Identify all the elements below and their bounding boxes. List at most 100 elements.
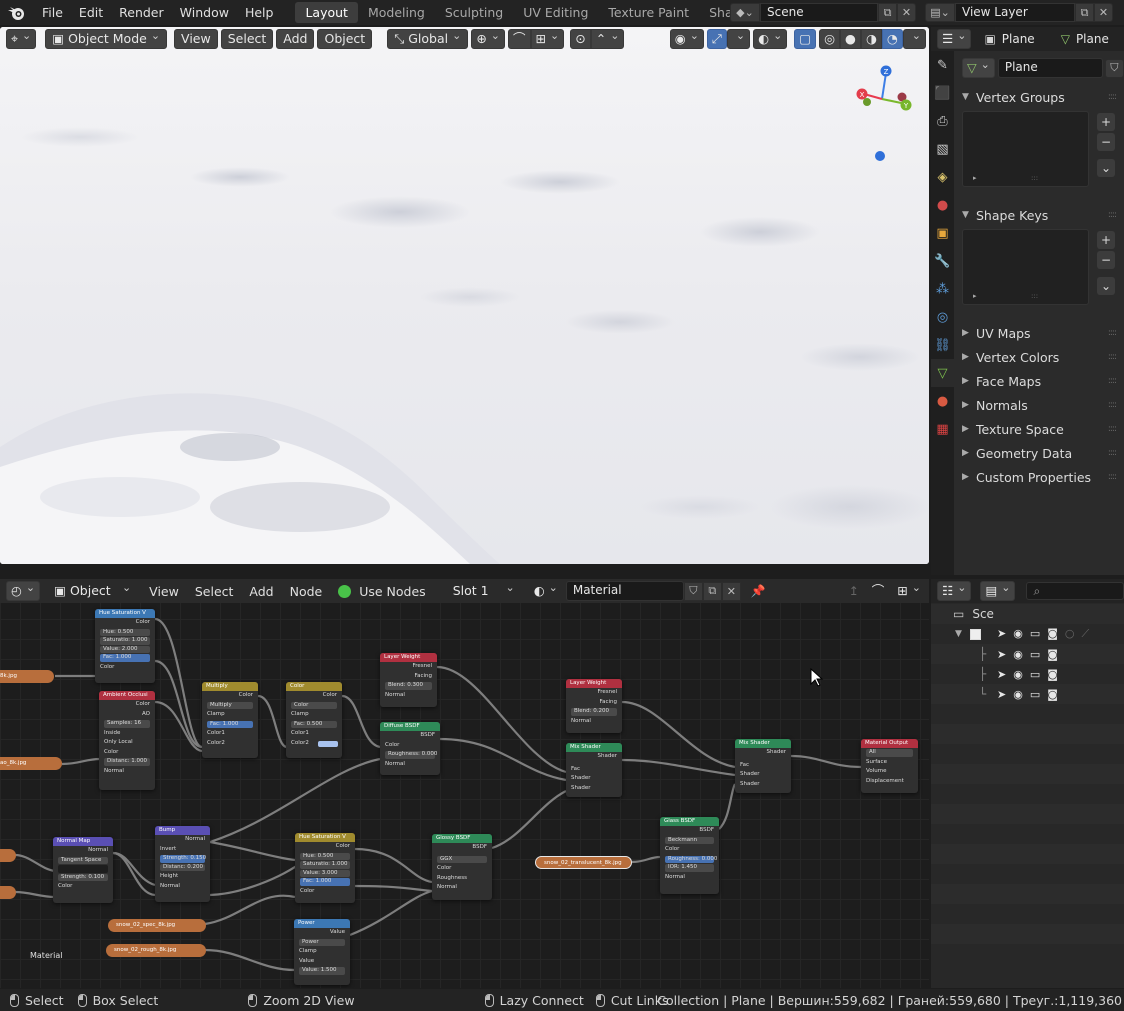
menu-window[interactable]: Window	[172, 0, 237, 25]
panel-normals[interactable]: ▶ Normals::::	[954, 393, 1124, 417]
list-resize-grip-icon[interactable]: :::	[1031, 292, 1038, 300]
eye-icon[interactable]: ◉	[1013, 688, 1023, 701]
color-swatch[interactable]	[318, 740, 338, 747]
node-output-color[interactable]: Color	[286, 691, 342, 701]
node-inside-checkbox[interactable]: Inside	[99, 729, 155, 739]
tab-material-icon[interactable]: ●	[931, 387, 954, 415]
drag-grip-icon[interactable]: ::::	[1108, 328, 1117, 338]
material-fake-user-icon[interactable]: ⛉	[683, 581, 703, 601]
node-output-facing[interactable]: Facing	[566, 698, 622, 708]
editor-type-icon[interactable]: ⌖	[6, 29, 37, 49]
node-input-surface[interactable]: Surface	[861, 758, 918, 768]
image-texture-node[interactable]: ao_8k.jpg	[0, 757, 62, 770]
viewport-menu-object[interactable]: Object	[317, 29, 373, 49]
panel-vertex-colors[interactable]: ▶ Vertex Colors::::	[954, 345, 1124, 369]
node-output-color[interactable]: Color	[99, 700, 155, 710]
node-input-color[interactable]: Color	[99, 748, 155, 758]
holdout-icon[interactable]: ○	[1065, 627, 1075, 641]
node-uv-map-field[interactable]	[58, 865, 108, 873]
viewport-display-icon[interactable]: ▭	[1030, 648, 1040, 661]
panel-shape-keys[interactable]: ▼ Shape Keys ::::	[954, 203, 1124, 227]
node-header[interactable]: Normal Map	[53, 837, 113, 846]
node-output-shader[interactable]: Shader	[566, 752, 622, 762]
tab-constraints-icon[interactable]: ⛓	[931, 331, 954, 359]
node-input-shader2[interactable]: Shader	[566, 784, 622, 794]
mesh-name-field[interactable]: Plane	[997, 58, 1103, 78]
mix-rgb-color-node[interactable]: Color Color Color Clamp Fac: 0.500 Color…	[286, 682, 342, 758]
pivot-point-icon[interactable]: ⊕	[471, 29, 506, 49]
outliner-collection-row[interactable]: ▼ ➤ ◉ ▭ ◙ ○ ⟋	[931, 624, 1124, 644]
node-input-normal[interactable]: Normal	[99, 767, 155, 777]
image-texture-node-selected[interactable]: snow_02_translucent_8k.jpg	[535, 856, 632, 869]
snap-toggle-icon[interactable]: ⌒	[508, 29, 531, 49]
exclude-checkbox[interactable]	[969, 628, 981, 640]
node-fac-field[interactable]: Fac: 1.000	[100, 654, 150, 662]
diffuse-bsdf-node[interactable]: Diffuse BSDF BSDF Color Roughness: 0.000…	[380, 722, 440, 775]
collapse-triangle-icon[interactable]: ▼	[955, 629, 962, 639]
node-input-normal[interactable]: Normal	[432, 883, 492, 893]
tab-view-layer-icon[interactable]: ▧	[931, 135, 954, 163]
viewport-display-icon[interactable]: ▭	[1030, 688, 1040, 701]
drag-grip-icon[interactable]: ::::	[1108, 352, 1117, 362]
node-output-color[interactable]: Color	[95, 618, 155, 628]
node-header[interactable]: Layer Weight	[380, 653, 437, 662]
bump-node[interactable]: Bump Normal Invert Strength: 0.150 Dista…	[155, 826, 210, 902]
context-mesh-name[interactable]: Plane	[1076, 32, 1109, 46]
tab-output-icon[interactable]: ⎙	[931, 107, 954, 135]
image-texture-node[interactable]: snow_02_rough_8k.jpg	[106, 944, 206, 957]
normal-map-node[interactable]: Normal Map Normal Tangent Space Strength…	[53, 837, 113, 903]
parent-node-tree-icon[interactable]: ↥	[849, 584, 859, 598]
viewport-display-icon[interactable]: ▭	[1030, 668, 1040, 681]
node-blend-dropdown[interactable]: Color	[291, 701, 337, 709]
mesh-browse-icon[interactable]: ▽	[962, 58, 995, 78]
render-camera-icon[interactable]: ◙	[1047, 688, 1058, 701]
render-camera-icon[interactable]: ◙	[1047, 627, 1058, 641]
menu-render[interactable]: Render	[111, 0, 172, 25]
node-header[interactable]: Bump	[155, 826, 210, 835]
node-header[interactable]: Layer Weight	[566, 679, 622, 688]
overlay-icon[interactable]: ◐	[753, 29, 788, 49]
view-layer-copy-icon[interactable]: ⧉	[1075, 3, 1094, 22]
select-arrow-icon[interactable]: ➤	[997, 668, 1006, 681]
node-hue-field[interactable]: Hue: 0.500	[100, 628, 150, 636]
node-input-color[interactable]: Color	[53, 882, 113, 892]
material-browse-icon[interactable]: ◐	[528, 581, 563, 601]
viewport-menu-view[interactable]: View	[174, 29, 218, 49]
tab-texture-paint[interactable]: Texture Paint	[598, 2, 699, 23]
node-header[interactable]: Glossy BSDF	[432, 834, 492, 843]
hue-saturation-node[interactable]: Hue Saturation V Color Hue: 0.500 Satura…	[95, 609, 155, 683]
solid-shading-icon[interactable]: ●	[840, 29, 861, 49]
vertex-group-specials-icon[interactable]: ⌄	[1097, 159, 1115, 177]
properties-editor-type-icon[interactable]: ☰	[937, 29, 972, 49]
drag-grip-icon[interactable]: ::::	[1108, 472, 1117, 482]
glossy-bsdf-node[interactable]: Glossy BSDF BSDF GGX Color Roughness Nor…	[432, 834, 492, 900]
outliner-editor-type-icon[interactable]: ☷	[937, 581, 972, 601]
node-strength-field[interactable]: Strength: 0.150	[160, 855, 206, 863]
node-header[interactable]: Hue Saturation V	[95, 609, 155, 618]
material-unlink-icon[interactable]: ✕	[721, 581, 741, 601]
node-output-fresnel[interactable]: Fresnel	[380, 662, 437, 672]
vertex-groups-list[interactable]: ▸ :::	[962, 111, 1089, 187]
scene-delete-icon[interactable]: ✕	[897, 3, 916, 22]
shader-node-editor[interactable]: ◴ ▣ Object View Select Add Node Use Node…	[0, 579, 929, 988]
node-header[interactable]: Glass BSDF	[660, 817, 719, 826]
node-input-normal[interactable]: Normal	[660, 873, 719, 883]
node-header[interactable]: Hue Saturation V	[295, 833, 355, 842]
list-filter-icon[interactable]: ▸	[973, 174, 977, 182]
node-invert-checkbox[interactable]: Invert	[155, 845, 210, 855]
node-input-color1[interactable]: Color1	[202, 729, 258, 739]
remove-shape-key-icon[interactable]: −	[1097, 251, 1115, 269]
node-input-color1[interactable]: Color1	[286, 729, 342, 739]
add-vertex-group-icon[interactable]: +	[1097, 113, 1115, 131]
panel-texture-space[interactable]: ▶ Texture Space::::	[954, 417, 1124, 441]
node-saturation-field[interactable]: Saturatio: 1.000	[300, 861, 350, 869]
node-header[interactable]: Color	[286, 682, 342, 691]
pin-icon[interactable]: 📌	[751, 584, 766, 598]
node-input-color[interactable]: Color	[660, 845, 719, 855]
3d-viewport[interactable]: ⌖ ▣ Object Mode View Select Add Object ⤡…	[0, 27, 929, 564]
node-input-normal[interactable]: Normal	[380, 691, 437, 701]
menu-help[interactable]: Help	[237, 0, 282, 25]
menu-edit[interactable]: Edit	[71, 0, 111, 25]
use-nodes-label[interactable]: Use Nodes	[351, 584, 433, 599]
node-roughness-field[interactable]: Roughness: 0.000	[665, 855, 717, 863]
